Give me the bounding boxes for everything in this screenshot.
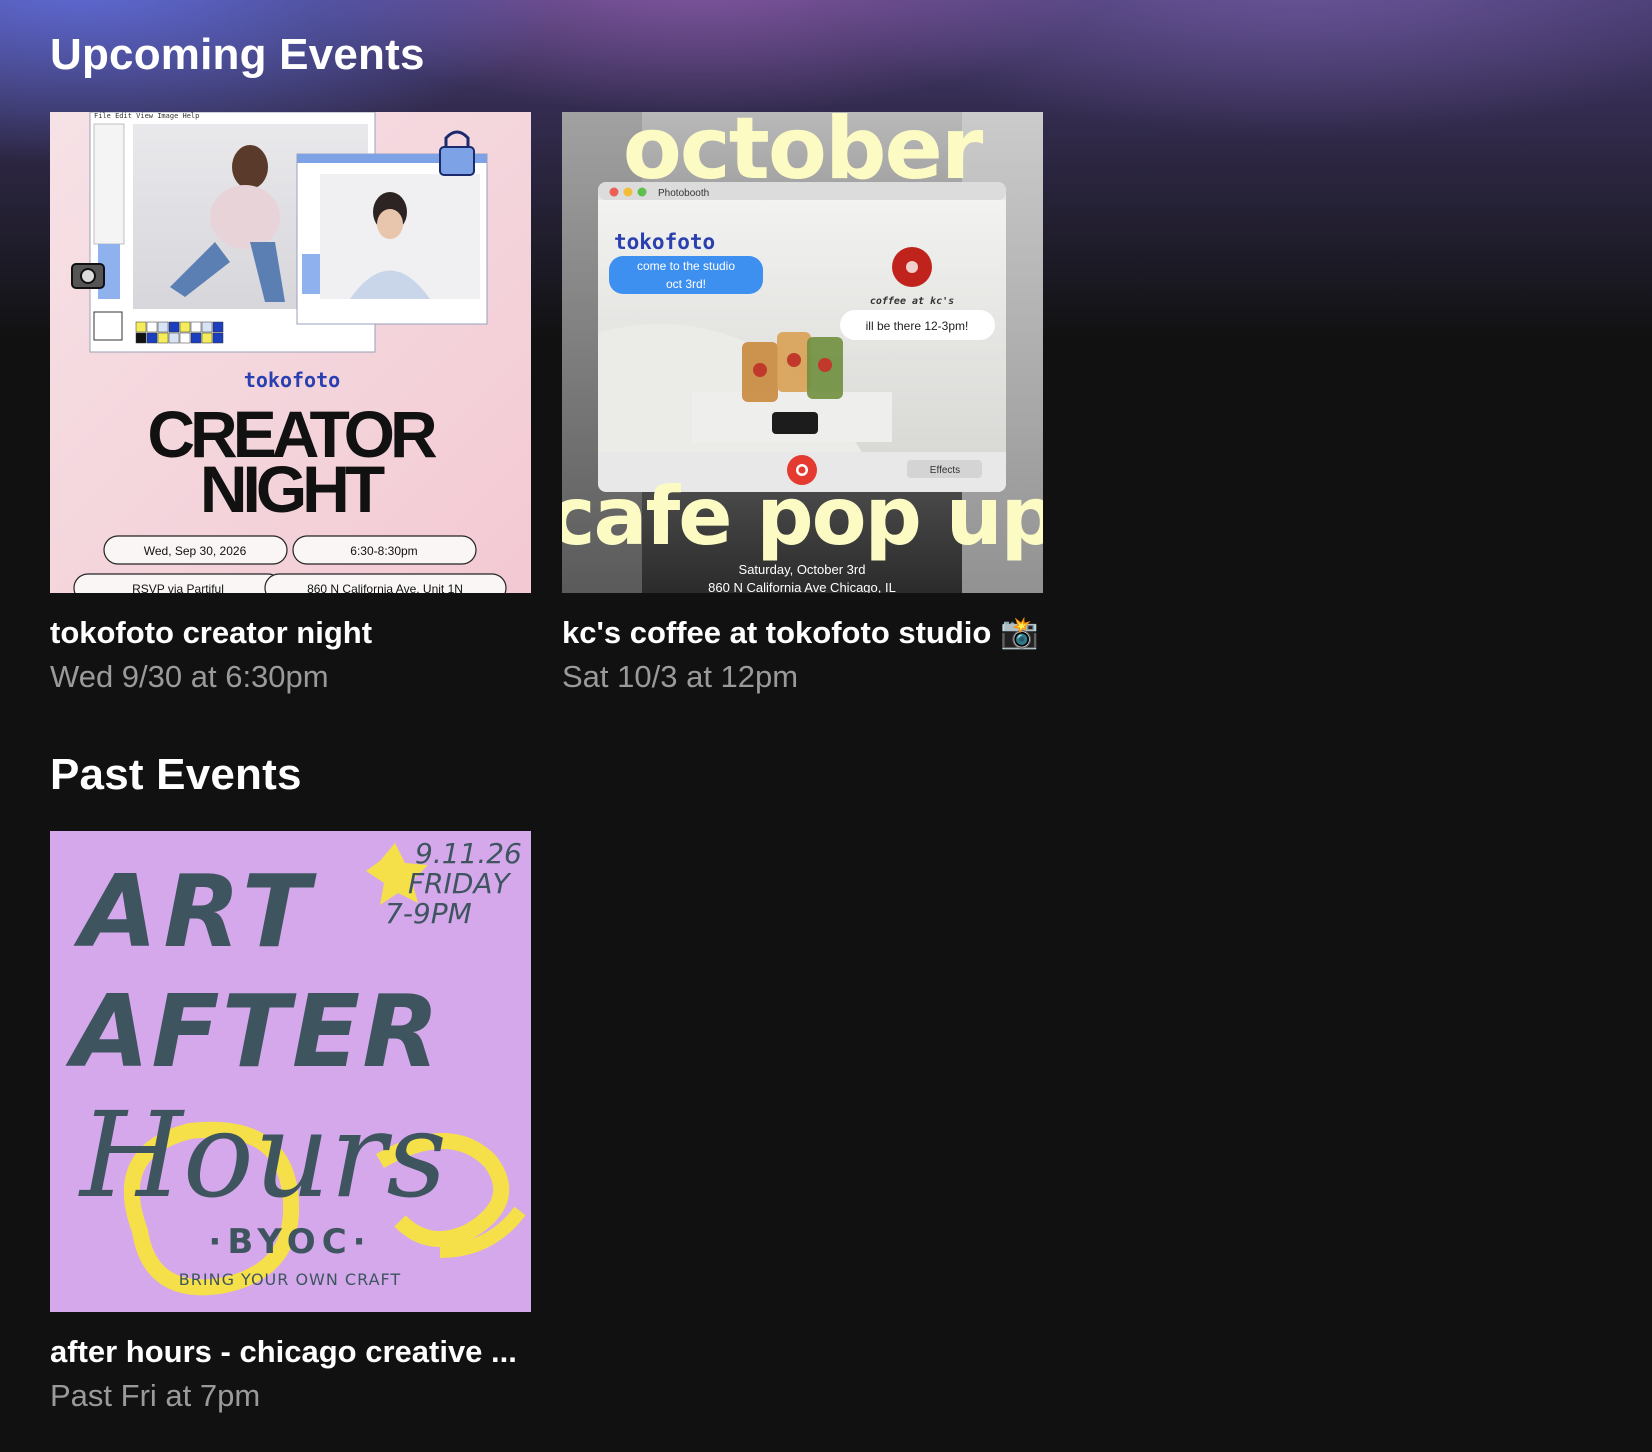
poster-date-line: Saturday, October 3rd (739, 562, 866, 577)
poster-line-2: AFTER (65, 973, 441, 1090)
poster-headline-bottom: cafe pop up (562, 470, 1043, 563)
pill-address: 860 N California Ave, Unit 1N (307, 582, 463, 593)
event-time: Sat 10/3 at 12pm (562, 659, 799, 695)
poster-brand: tokofoto (244, 368, 340, 392)
event-poster-after-hours[interactable]: ART AFTER Hours 9.11.26 FRIDAY 7-9PM ·BY… (50, 831, 531, 1312)
cafe-pop-up-poster-art: Photobooth tokofoto come to the studio o… (562, 112, 1043, 593)
poster-date: 9.11.26 (415, 837, 522, 870)
event-time: Wed 9/30 at 6:30pm (50, 659, 329, 695)
after-hours-poster-art: ART AFTER Hours 9.11.26 FRIDAY 7-9PM ·BY… (50, 831, 531, 1312)
pill-date: Wed, Sep 30, 2026 (144, 544, 247, 558)
event-title[interactable]: tokofoto creator night (50, 613, 531, 653)
menu-bar-text: File Edit View Image Help (94, 112, 199, 120)
upcoming-events-heading: Upcoming Events (50, 30, 425, 79)
poster-line-3: Hours (78, 1086, 447, 1224)
poster-address-line: 860 N California Ave Chicago, IL (708, 580, 896, 593)
pill-rsvp: RSVP via Partiful (132, 582, 224, 593)
event-card-after-hours[interactable]: ART AFTER Hours 9.11.26 FRIDAY 7-9PM ·BY… (50, 831, 531, 1417)
event-poster-creator-night[interactable]: File Edit View Image Help tokofoto CREAT… (50, 112, 531, 593)
creator-night-poster-art: File Edit View Image Help tokofoto CREAT… (50, 112, 531, 593)
bubble-left-2: oct 3rd! (666, 277, 706, 291)
poster-brand: tokofoto (614, 230, 715, 254)
poster-hours: 7-9PM (385, 897, 472, 930)
event-poster-cafe-pop-up[interactable]: Photobooth tokofoto come to the studio o… (562, 112, 1043, 593)
past-events-heading: Past Events (50, 750, 302, 799)
poster-byoc: ·BYOC· (208, 1222, 371, 1262)
bubble-right: ill be there 12-3pm! (866, 319, 969, 333)
coffee-label: coffee at kc's (870, 296, 954, 307)
event-card-cafe-pop-up[interactable]: Photobooth tokofoto come to the studio o… (562, 112, 1043, 698)
poster-line-1: ART (73, 853, 317, 970)
event-title[interactable]: kc's coffee at tokofoto studio 📸 (562, 613, 1043, 653)
poster-headline-top: october (623, 112, 984, 199)
bubble-left-1: come to the studio (637, 259, 735, 273)
poster-day: FRIDAY (408, 867, 512, 900)
event-card-creator-night[interactable]: File Edit View Image Help tokofoto CREAT… (50, 112, 531, 698)
pill-time: 6:30-8:30pm (350, 544, 417, 558)
poster-headline-2: NIGHT (200, 452, 385, 526)
poster-byoc-full: BRING YOUR OWN CRAFT (179, 1270, 401, 1289)
event-title[interactable]: after hours - chicago creative ... (50, 1332, 531, 1372)
event-time: Past Fri at 7pm (50, 1378, 261, 1414)
